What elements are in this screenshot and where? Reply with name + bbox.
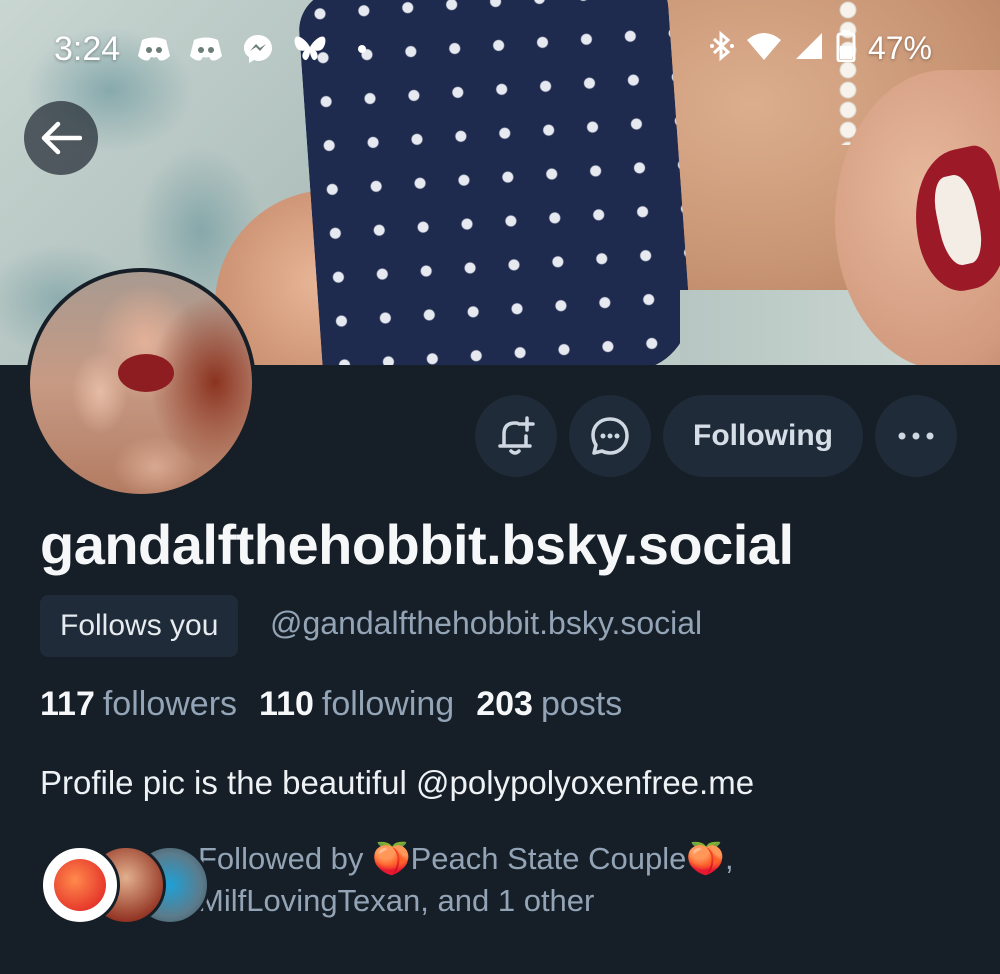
profile-bio: Profile pic is the beautiful @polypolyox… — [40, 764, 755, 801]
posts-count: 203 — [476, 685, 533, 723]
profile-handle: @gandalfthehobbit.bsky.social — [270, 605, 703, 641]
known-followers-avatars[interactable] — [40, 845, 210, 925]
message-button[interactable] — [569, 395, 651, 477]
status-time: 3:24 — [54, 30, 121, 68]
messenger-icon — [240, 33, 276, 65]
ellipsis-icon — [898, 432, 934, 440]
following-count: 110 — [259, 685, 314, 723]
chat-bubble-icon — [591, 417, 629, 455]
posts-stat: 203 posts — [476, 685, 622, 724]
follows-you-badge: Follows you — [40, 595, 239, 657]
profile-actions: Following — [475, 395, 957, 477]
following-label: following — [321, 685, 455, 723]
status-bar: 3:24 47% — [0, 0, 1000, 100]
followers-stat[interactable]: 117 followers — [40, 685, 237, 724]
profile-stats: 117 followers 110 following 203 posts — [40, 685, 622, 724]
battery-icon — [836, 30, 856, 67]
notification-icons — [136, 33, 380, 65]
back-button[interactable] — [24, 101, 98, 175]
dot-icon — [344, 33, 380, 65]
discord-icon — [136, 33, 172, 65]
cell-signal-icon — [794, 31, 824, 66]
system-icons: 47% — [709, 30, 932, 67]
wifi-icon — [746, 31, 782, 66]
posts-label: posts — [540, 685, 623, 723]
following-button[interactable]: Following — [663, 395, 863, 477]
followers-label: followers — [102, 685, 238, 723]
discord-icon — [188, 33, 224, 65]
battery-percent: 47% — [867, 30, 932, 66]
avatar — [40, 845, 120, 925]
bluetooth-icon — [709, 30, 734, 67]
profile-avatar[interactable] — [26, 268, 256, 498]
bluesky-icon — [292, 33, 328, 65]
arrow-left-icon — [41, 121, 82, 155]
followers-count: 117 — [40, 685, 95, 723]
avatar-photo-shape — [118, 354, 174, 392]
subscribe-button[interactable] — [475, 395, 557, 477]
following-stat[interactable]: 110 following — [259, 685, 454, 724]
more-options-button[interactable] — [874, 395, 957, 477]
followed-by-text[interactable]: Followed by 🍑Peach State Couple🍑, MilfLo… — [198, 838, 958, 922]
bell-plus-icon — [498, 416, 535, 455]
peach-icon — [54, 859, 106, 911]
display-name: gandalfthehobbit.bsky.social — [40, 513, 794, 576]
